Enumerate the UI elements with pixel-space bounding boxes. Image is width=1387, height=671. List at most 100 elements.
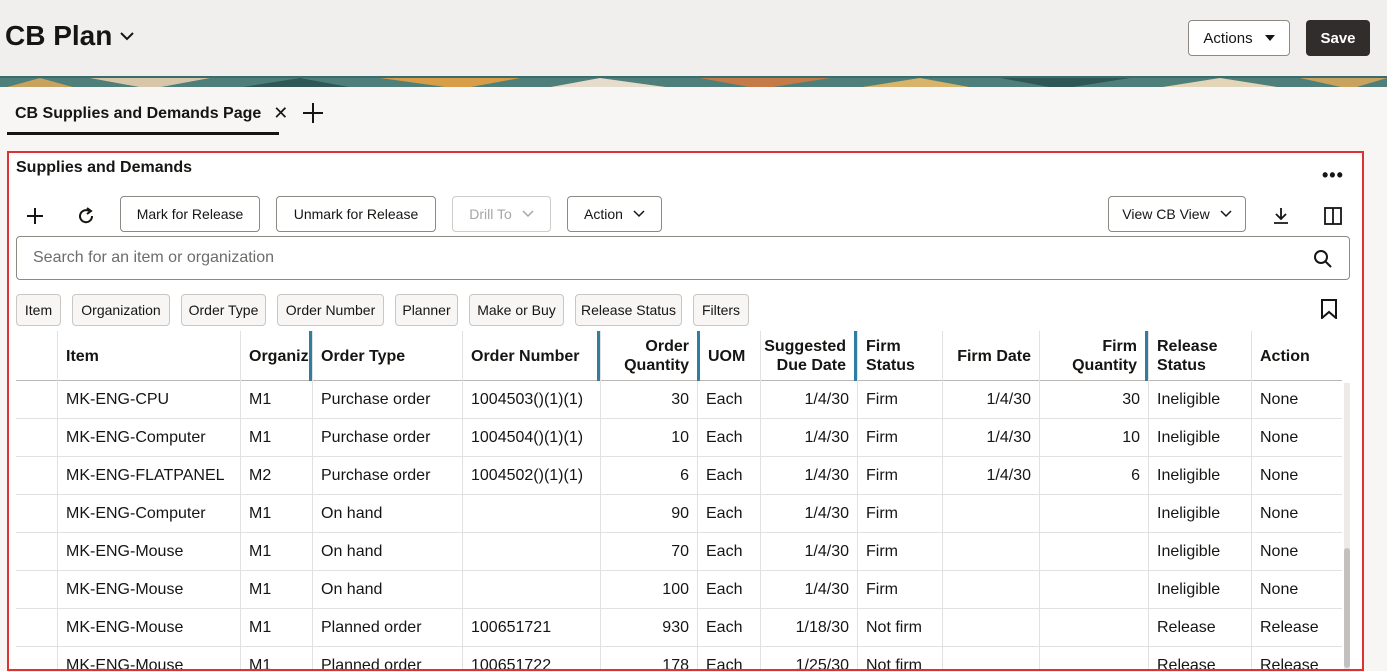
- columns-icon[interactable]: [1322, 205, 1344, 227]
- column-header-order-number[interactable]: Order Number: [462, 331, 600, 381]
- vertical-scrollbar[interactable]: [1344, 383, 1350, 669]
- cell-order-quantity: 70: [600, 533, 697, 571]
- more-options-icon[interactable]: •••: [1322, 165, 1344, 186]
- filter-chip-order-type[interactable]: Order Type: [181, 294, 266, 326]
- column-header-item[interactable]: Item: [57, 331, 240, 381]
- scrollbar-thumb[interactable]: [1344, 548, 1350, 668]
- table-row[interactable]: MK-ENG-Computer M1 On hand 90 Each 1/4/30 Firm…: [16, 495, 1342, 533]
- row-selector[interactable]: [16, 457, 57, 495]
- filter-chip-make-or-buy[interactable]: Make or Buy: [469, 294, 564, 326]
- cell-firm-date: 1/4/30: [942, 381, 1039, 419]
- filter-chip-filters[interactable]: Filters: [693, 294, 749, 326]
- cell-firm-date: [942, 647, 1039, 669]
- search-input[interactable]: Search for an item or organization: [16, 236, 1350, 280]
- cell-release-status: Ineligible: [1148, 533, 1251, 571]
- cell-suggested-due-date: 1/4/30: [760, 495, 857, 533]
- row-selector[interactable]: [16, 647, 57, 669]
- view-selector-button[interactable]: View CB View: [1108, 196, 1246, 232]
- cell-order-type: Planned order: [312, 609, 462, 647]
- tab-bar: CB Supplies and Demands Page ✕: [0, 87, 1387, 147]
- row-selector[interactable]: [16, 609, 57, 647]
- download-icon[interactable]: [1270, 205, 1292, 227]
- cell-release-status: Release: [1148, 609, 1251, 647]
- chevron-down-icon: [522, 210, 534, 218]
- table-row[interactable]: MK-ENG-Mouse M1 Planned order 100651722 178 E…: [16, 647, 1342, 669]
- column-header-suggested-due-date[interactable]: Suggested Due Date: [760, 331, 857, 381]
- column-header-firm-date[interactable]: Firm Date: [942, 331, 1039, 381]
- column-header-firm-status[interactable]: Firm Status: [857, 331, 942, 381]
- drill-to-label: Drill To: [469, 206, 512, 222]
- cell-release-status: Ineligible: [1148, 457, 1251, 495]
- plan-title[interactable]: CB Plan: [5, 20, 135, 52]
- row-selector[interactable]: [16, 533, 57, 571]
- column-header-release-status[interactable]: Release Status: [1148, 331, 1251, 381]
- filter-chip-order-number[interactable]: Order Number: [277, 294, 384, 326]
- cell-organization: M2: [240, 457, 312, 495]
- cell-order-quantity: 930: [600, 609, 697, 647]
- page-header: CB Plan Actions Save: [0, 0, 1387, 76]
- column-header-organization[interactable]: Organiz: [240, 331, 312, 381]
- cell-uom: Each: [697, 609, 760, 647]
- cell-firm-quantity: 6: [1039, 457, 1148, 495]
- row-selector[interactable]: [16, 381, 57, 419]
- row-selector[interactable]: [16, 495, 57, 533]
- bookmark-icon[interactable]: [1320, 299, 1338, 319]
- filter-chip-planner[interactable]: Planner: [395, 294, 458, 326]
- cell-order-number: 100651722: [462, 647, 600, 669]
- add-icon[interactable]: [24, 205, 46, 227]
- table-row[interactable]: MK-ENG-Mouse M1 On hand 100 Each 1/4/30 Firm In…: [16, 571, 1342, 609]
- mark-for-release-button[interactable]: Mark for Release: [120, 196, 260, 232]
- close-icon[interactable]: ✕: [273, 103, 288, 124]
- column-header-uom[interactable]: UOM: [697, 331, 760, 381]
- refresh-icon[interactable]: [75, 205, 97, 227]
- cell-action: None: [1251, 571, 1342, 609]
- actions-button-label: Actions: [1203, 29, 1253, 47]
- row-selector[interactable]: [16, 419, 57, 457]
- cell-item: MK-ENG-Computer: [57, 495, 240, 533]
- cell-firm-quantity: 30: [1039, 381, 1148, 419]
- cell-release-status: Ineligible: [1148, 571, 1251, 609]
- table-row[interactable]: MK-ENG-Mouse M1 On hand 70 Each 1/4/30 Firm Ine…: [16, 533, 1342, 571]
- row-selector[interactable]: [16, 571, 57, 609]
- cell-firm-date: [942, 495, 1039, 533]
- cell-firm-quantity: [1039, 647, 1148, 669]
- tab-supplies-demands[interactable]: CB Supplies and Demands Page ✕: [15, 103, 288, 124]
- column-header-order-quantity[interactable]: Order Quantity: [600, 331, 697, 381]
- table-row[interactable]: MK-ENG-Mouse M1 Planned order 100651721 930 E…: [16, 609, 1342, 647]
- filter-chip-release-status[interactable]: Release Status: [575, 294, 682, 326]
- cell-order-type: On hand: [312, 495, 462, 533]
- cell-firm-quantity: 10: [1039, 419, 1148, 457]
- cell-organization: M1: [240, 381, 312, 419]
- filter-chip-organization[interactable]: Organization: [72, 294, 170, 326]
- cell-uom: Each: [697, 647, 760, 669]
- filter-chip-item[interactable]: Item: [16, 294, 61, 326]
- actions-button[interactable]: Actions: [1188, 20, 1290, 56]
- drill-to-button[interactable]: Drill To: [452, 196, 551, 232]
- column-header-firm-quantity[interactable]: Firm Quantity: [1039, 331, 1148, 381]
- action-button[interactable]: Action: [567, 196, 662, 232]
- table-row[interactable]: MK-ENG-CPU M1 Purchase order 1004503()(1)(1…: [16, 381, 1342, 419]
- search-icon[interactable]: [1313, 249, 1333, 269]
- cell-suggested-due-date: 1/4/30: [760, 571, 857, 609]
- cell-order-type: Purchase order: [312, 381, 462, 419]
- cell-firm-status: Firm: [857, 419, 942, 457]
- column-header-order-type[interactable]: Order Type: [312, 331, 462, 381]
- cell-item: MK-ENG-CPU: [57, 381, 240, 419]
- cell-order-quantity: 10: [600, 419, 697, 457]
- table-row[interactable]: MK-ENG-FLATPANEL M2 Purchase order 1004502(…: [16, 457, 1342, 495]
- unmark-for-release-button[interactable]: Unmark for Release: [276, 196, 436, 232]
- cell-order-number: 1004503()(1)(1): [462, 381, 600, 419]
- cell-order-number: 1004504()(1)(1): [462, 419, 600, 457]
- cell-action: None: [1251, 533, 1342, 571]
- cell-order-number: [462, 533, 600, 571]
- chevron-down-icon: [1220, 210, 1232, 218]
- cell-firm-status: Firm: [857, 381, 942, 419]
- cell-firm-status: Not firm: [857, 647, 942, 669]
- table-row[interactable]: MK-ENG-Computer M1 Purchase order 1004504()…: [16, 419, 1342, 457]
- column-header-action[interactable]: Action: [1251, 331, 1342, 381]
- add-tab-icon[interactable]: [302, 102, 324, 124]
- save-button[interactable]: Save: [1306, 20, 1370, 56]
- cell-firm-status: Firm: [857, 495, 942, 533]
- cell-item: MK-ENG-Mouse: [57, 647, 240, 669]
- cell-uom: Each: [697, 533, 760, 571]
